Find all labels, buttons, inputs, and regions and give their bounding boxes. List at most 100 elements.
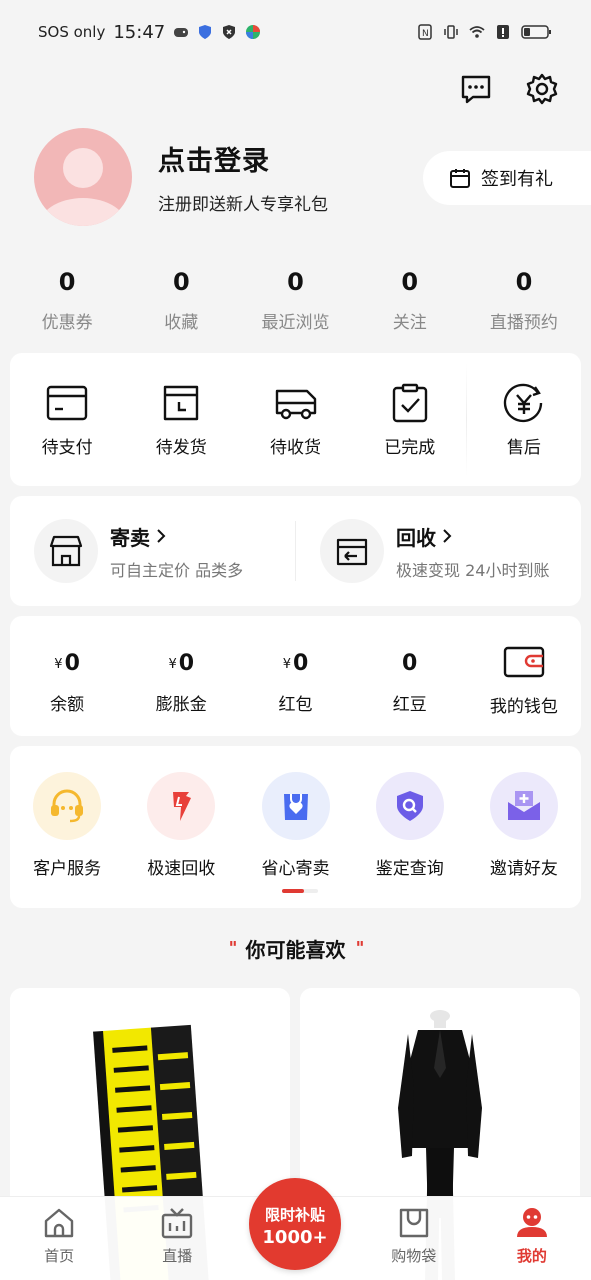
tab-live[interactable]: 直播 [118,1197,236,1280]
stat-favorites[interactable]: 0 收藏 [124,268,238,333]
shield-search-icon [396,791,423,821]
order-label: 待发货 [155,438,207,458]
service-label: 鉴定查询 [375,859,444,879]
order-pending-receipt[interactable]: 待收货 [238,353,352,486]
stat-value: 0 [172,268,190,296]
recommend-title: 你可能喜欢 [245,938,346,962]
trade-icon-circle [320,519,384,583]
order-completed[interactable]: 已完成 [353,353,467,486]
signin-reward-button[interactable]: 签到有礼 [423,151,591,205]
promo-subsidy-button[interactable]: 限时补贴 1000+ [249,1178,341,1270]
stat-value: 0 [287,268,304,296]
wallet-label: 红包 [278,695,313,715]
stat-recent[interactable]: 0 最近浏览 [238,268,352,333]
stat-label: 收藏 [164,313,199,333]
service-invite-friends[interactable]: 邀请好友 [467,746,581,908]
service-icon-circle [147,772,216,840]
service-fast-recycle[interactable]: 极速回收 [124,746,238,908]
settings-gear-icon[interactable] [525,72,559,106]
headset-icon [51,789,84,823]
stat-value: 0 [58,268,76,296]
service-icon-circle [33,772,102,840]
order-after-sales[interactable]: 售后 [467,353,581,486]
trade-subtitle: 极速变现 24小时到账 [396,560,550,580]
order-label: 待支付 [41,438,93,458]
stat-label: 直播预约 [489,313,558,333]
status-bar: SOS only 15:47 N [0,0,591,64]
trade-text: 回收 极速变现 24小时到账 [396,522,549,581]
calendar-icon [450,169,470,188]
truck-icon [275,389,316,420]
live-tv-icon [162,1208,193,1239]
order-pending-shipment[interactable]: 待发货 [124,353,238,486]
trade-icon-circle [34,519,98,583]
service-icon-circle [375,772,444,840]
trade-title: 寄卖 [110,522,243,551]
page-indicator-active [282,889,304,893]
wifi-icon [469,26,485,38]
alert-icon [497,25,509,39]
heart-bag-icon [283,794,308,820]
stat-coupons[interactable]: 0 优惠券 [10,268,124,333]
stat-live-reserve[interactable]: 0 直播预约 [467,268,581,333]
trade-title-text: 回收 [396,525,436,550]
service-customer-support[interactable]: 客户服务 [10,746,124,908]
profile-section[interactable]: 点击登录 注册即送新人专享礼包 [34,128,328,226]
tab-shopping-bag[interactable]: 购物袋 [355,1197,473,1280]
clipboard-check-icon [392,383,427,423]
app-logo-icon [246,25,261,39]
tab-mine[interactable]: 我的 [473,1197,591,1280]
wallet-balance[interactable]: ¥0 余额 [10,616,124,736]
decor-marks-right: '' [355,938,365,959]
battery-icon [521,25,551,39]
recycle-entry[interactable]: 回收 极速变现 24小时到账 [296,519,581,583]
service-label: 省心寄卖 [261,859,330,879]
wallet-value: ¥0 [169,646,195,676]
vibrate-icon [444,25,458,39]
avatar[interactable] [34,128,132,226]
service-authentication-query[interactable]: 鉴定查询 [353,746,467,908]
wallet-amount: 0 [402,651,418,676]
stat-label: 最近浏览 [261,313,330,333]
consign-sell-entry[interactable]: 寄卖 可自主定价 品类多 [10,519,295,583]
avatar-body [38,198,128,226]
wallet-value: ¥0 [283,646,309,676]
yen-symbol: ¥ [54,657,63,672]
order-pending-payment[interactable]: 待支付 [10,353,124,486]
service-easy-consign[interactable]: 省心寄卖 [238,746,352,908]
wallet-value: 0 [402,646,417,676]
wallet-red-beans[interactable]: 0 红豆 [353,616,467,736]
tab-label: 直播 [162,1247,193,1265]
wallet-bonus[interactable]: ¥0 膨胀金 [124,616,238,736]
tab-label: 购物袋 [391,1247,437,1265]
services-card: 客户服务 极速回收 省心寄卖 鉴定查询 邀请好友 [10,746,581,908]
home-icon [44,1208,74,1238]
order-divider [466,363,467,476]
box-clock-icon [164,385,199,421]
shield-x-icon [223,25,236,39]
store-icon [49,535,83,567]
tab-home[interactable]: 首页 [0,1197,118,1280]
clock-time: 15:47 [113,21,166,43]
mine-profile-icon [516,1208,547,1237]
top-actions [459,72,559,106]
promo-line2: 1000+ [262,1227,328,1248]
message-icon[interactable] [459,72,493,106]
wallet-label: 红豆 [392,695,427,715]
wallet-label: 膨胀金 [155,695,207,715]
service-label: 客户服务 [33,859,102,879]
recycle-box-icon [336,538,368,566]
wallet-label: 我的钱包 [489,697,558,717]
shield-blue-icon [199,25,212,39]
stat-label: 关注 [392,313,427,333]
wallet-icon [503,646,545,678]
login-title[interactable]: 点击登录 [158,139,328,178]
profile-text: 点击登录 注册即送新人专享礼包 [158,139,328,215]
stat-follow[interactable]: 0 关注 [353,268,467,333]
orders-card: 待支付 待发货 待收货 已完成 售后 [10,353,581,486]
wallet-red-packet[interactable]: ¥0 红包 [238,616,352,736]
stat-value: 0 [515,268,533,296]
service-label: 邀请好友 [489,859,558,879]
card-icon [46,385,88,421]
my-wallet[interactable]: 我的钱包 [467,616,581,736]
